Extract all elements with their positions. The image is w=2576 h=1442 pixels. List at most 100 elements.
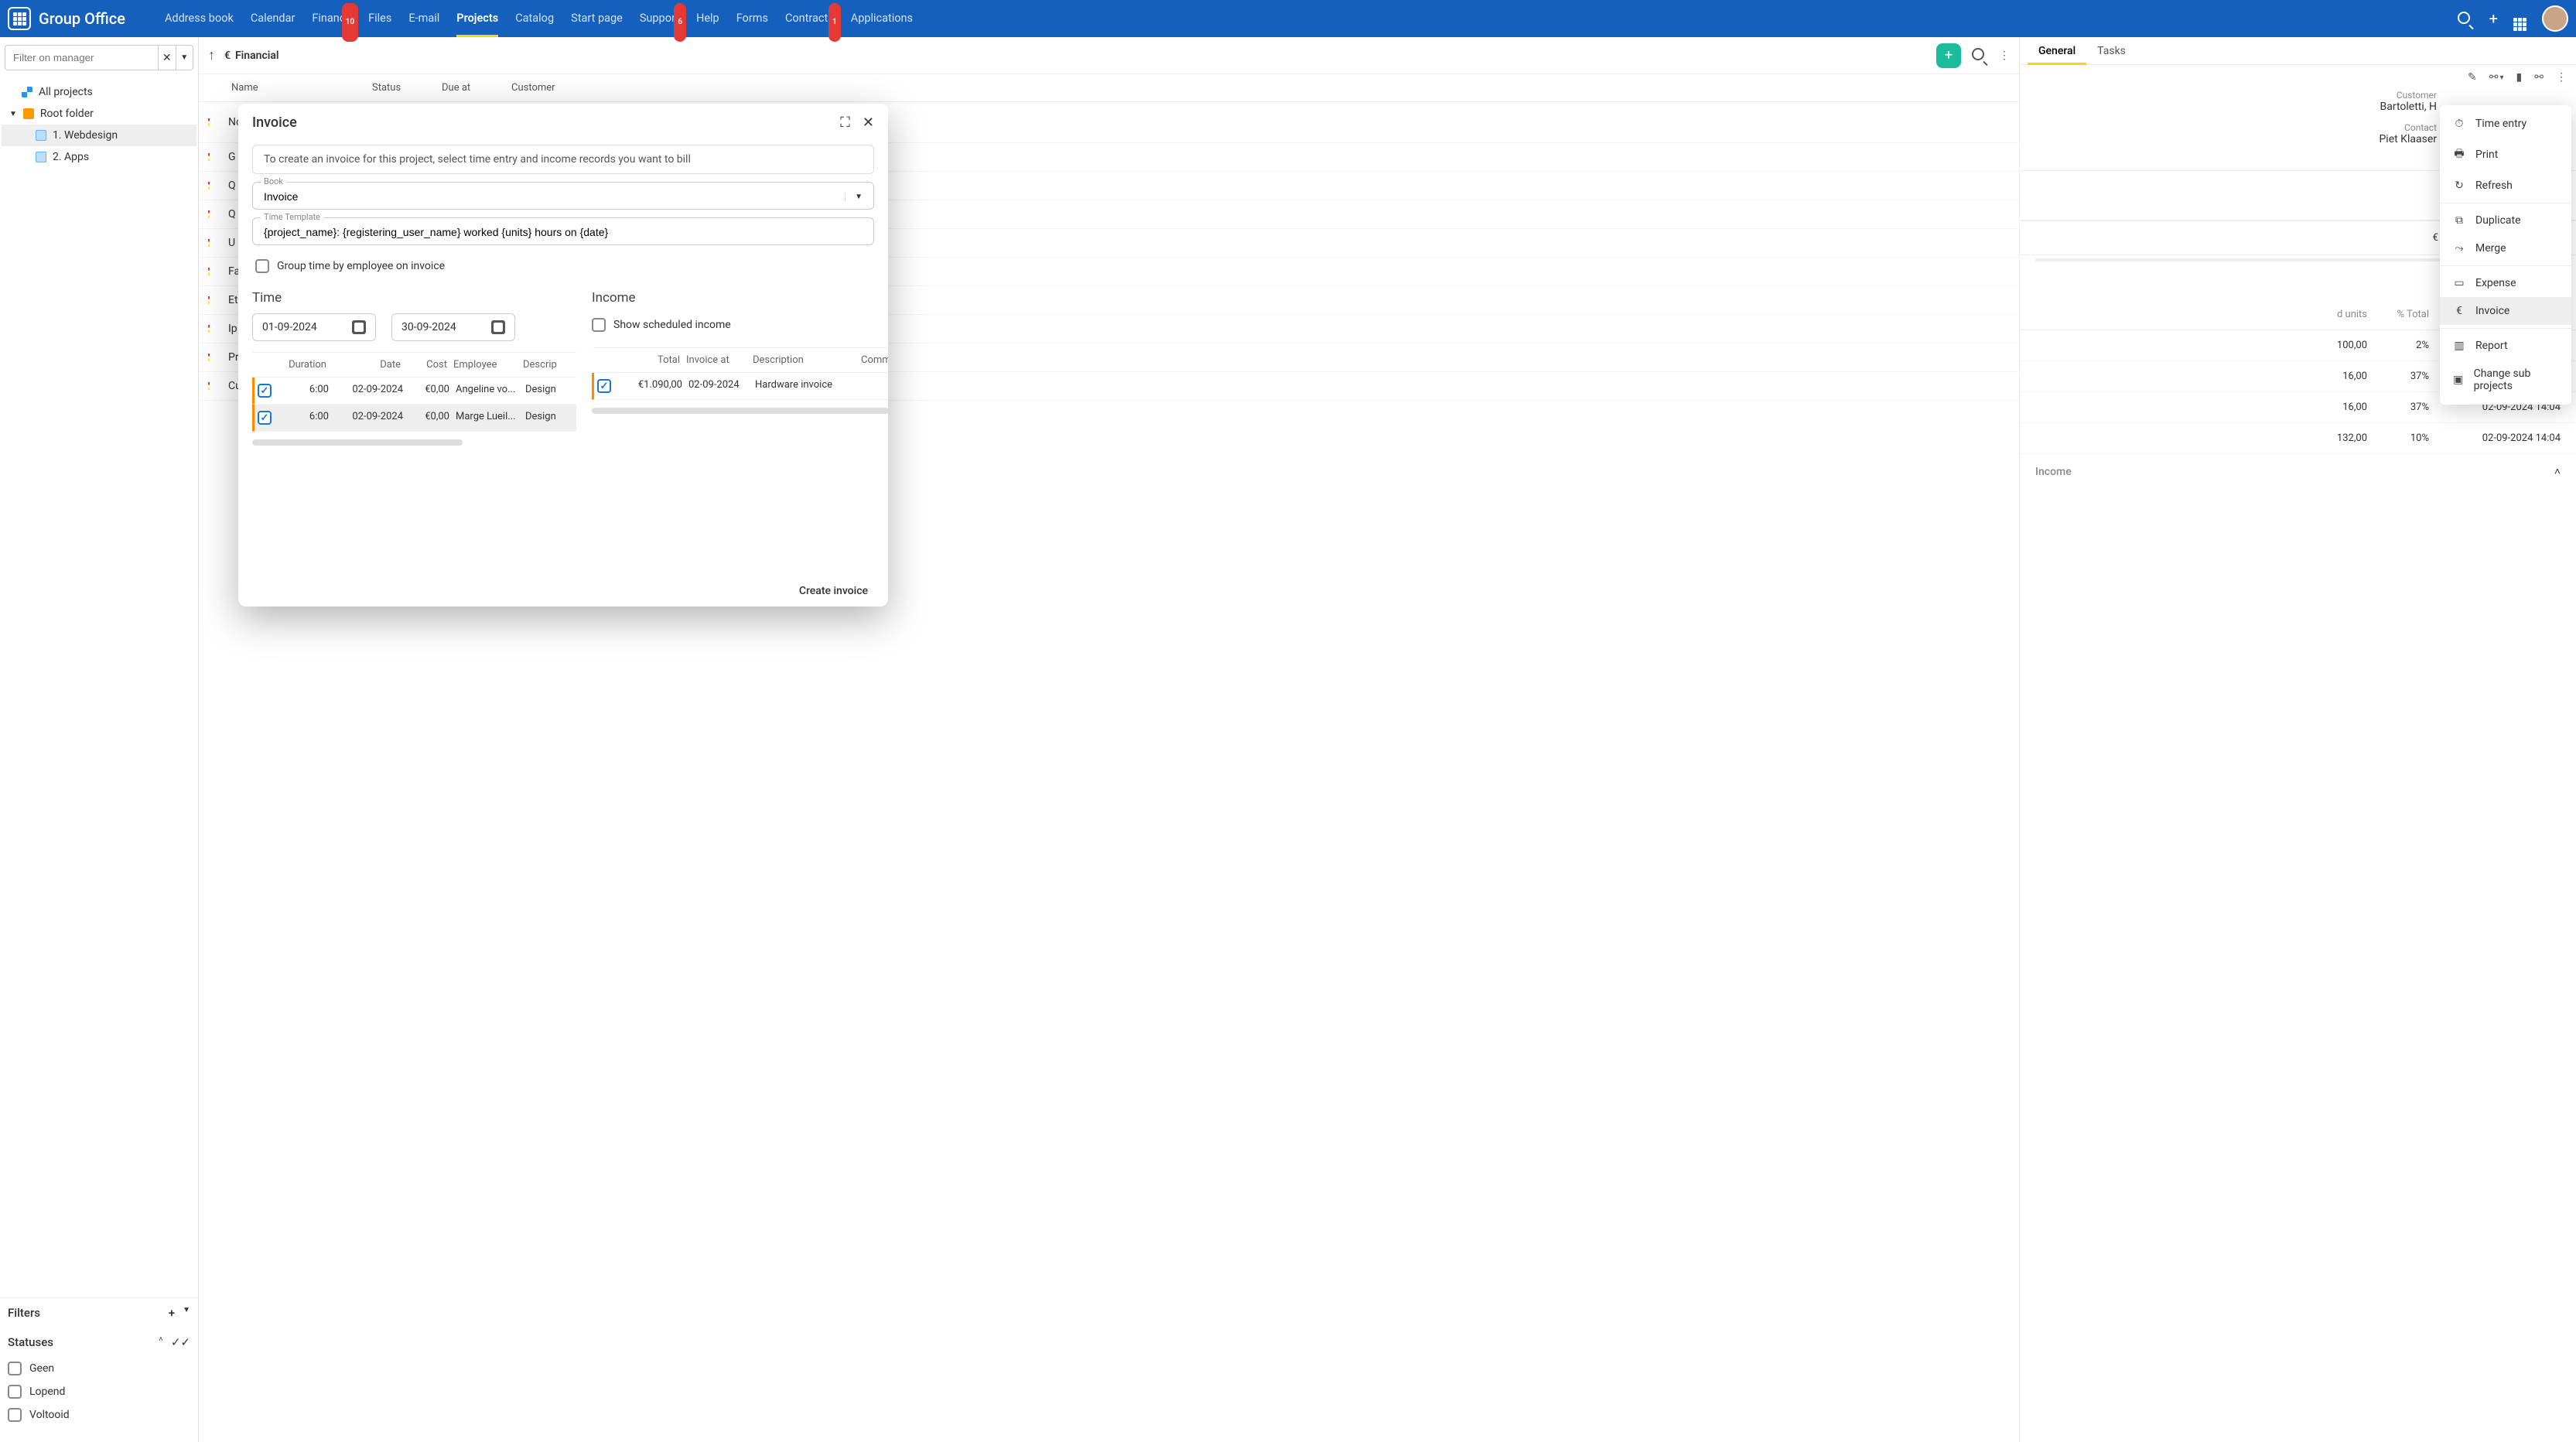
row-checkbox[interactable]: ✓	[258, 384, 272, 398]
tab-general[interactable]: General	[2028, 37, 2086, 64]
menu-time-entry[interactable]: ⏱Time entry	[2440, 110, 2571, 138]
nav-support[interactable]: Support6	[631, 0, 688, 37]
search-icon[interactable]	[1972, 48, 1988, 63]
col-description[interactable]: Descrip	[520, 353, 574, 377]
book-field[interactable]: Book ▼	[252, 182, 874, 210]
col-name[interactable]: Name	[222, 74, 363, 101]
nav-forms[interactable]: Forms	[728, 0, 777, 37]
status-checkbox[interactable]	[8, 1408, 22, 1422]
status-checkbox[interactable]	[8, 1385, 22, 1399]
clear-filter-button[interactable]: ✕	[159, 45, 176, 70]
filter-dropdown-button[interactable]: ▼	[176, 45, 194, 70]
col-cost[interactable]: Cost	[404, 353, 450, 377]
nav-help[interactable]: Help	[688, 0, 728, 37]
fullscreen-icon[interactable]: ⛶	[840, 114, 850, 131]
manager-filter-input[interactable]	[5, 45, 159, 70]
filters-menu-icon[interactable]: ▼	[183, 1306, 190, 1320]
nav-projects[interactable]: Projects	[448, 0, 507, 37]
scrollbar[interactable]	[252, 439, 463, 446]
nav-catalog[interactable]: Catalog	[507, 0, 562, 37]
col-date[interactable]: Date	[330, 353, 404, 377]
folder-icon[interactable]: ▮	[2516, 71, 2523, 84]
menu-invoice[interactable]: €Invoice	[2440, 297, 2571, 325]
menu-print[interactable]: 🖶Print	[2440, 138, 2571, 172]
list-icon	[23, 108, 34, 119]
time-template-field[interactable]: Time Template	[252, 217, 874, 245]
add-filter-icon[interactable]: +	[169, 1306, 175, 1320]
flag-icon	[208, 268, 210, 275]
time-row[interactable]: ✓6:0002-09-2024€0,00Marge Lueil...Design	[252, 405, 576, 432]
nav-start-page[interactable]: Start page	[562, 0, 631, 37]
date-from-field[interactable]: 01-09-2024	[252, 313, 376, 341]
menu-duplicate[interactable]: ⧉Duplicate	[2440, 207, 2571, 234]
nav-e-mail[interactable]: E-mail	[400, 0, 448, 37]
tree-project-webdesign[interactable]: 1. Webdesign	[2, 125, 196, 146]
nav-finance[interactable]: Finance10	[303, 0, 360, 37]
invoice-dialog: Invoice ⛶ ✕ To create an invoice for thi…	[238, 104, 888, 607]
check-all-icon[interactable]: ✓✓	[171, 1335, 190, 1349]
nav-address-book[interactable]: Address book	[156, 0, 242, 37]
col-invoice-at[interactable]: Invoice at	[683, 348, 750, 372]
flag-icon	[208, 118, 210, 126]
tree-root-folder[interactable]: ▼ Root folder	[2, 103, 196, 125]
add-icon[interactable]: +	[2489, 9, 2498, 28]
col-customer[interactable]: Customer	[502, 74, 2019, 101]
tree-project-apps[interactable]: 2. Apps	[2, 146, 196, 168]
menu-icon: ▣	[2452, 374, 2465, 386]
time-template-input[interactable]	[264, 226, 863, 238]
show-scheduled-checkbox[interactable]	[592, 318, 606, 332]
brand-name: Group Office	[39, 9, 125, 28]
nav-contracts[interactable]: Contracts1	[777, 0, 842, 37]
row-checkbox[interactable]: ✓	[258, 411, 272, 425]
col-percent[interactable]: % Total	[2367, 309, 2429, 320]
link-icon[interactable]: ⚯ ▾	[2489, 71, 2504, 84]
edit-icon[interactable]: ✎	[2468, 71, 2477, 84]
col-units[interactable]: d units	[2035, 309, 2367, 320]
apps-grid-icon[interactable]	[2513, 7, 2526, 31]
calendar-icon[interactable]	[491, 320, 505, 334]
calendar-icon[interactable]	[352, 320, 366, 334]
group-by-employee-checkbox[interactable]	[255, 259, 269, 273]
scrollbar[interactable]	[592, 408, 888, 414]
row-checkbox[interactable]: ✓	[597, 379, 611, 393]
col-due[interactable]: Due at	[432, 74, 502, 101]
more-icon[interactable]: ⋮	[2556, 71, 2567, 84]
collapse-icon[interactable]: ˄	[2554, 465, 2561, 478]
menu-merge[interactable]: ⤳Merge	[2440, 234, 2571, 262]
nav-applications[interactable]: Applications	[842, 0, 921, 37]
close-icon[interactable]: ✕	[863, 114, 874, 131]
flag-icon	[208, 239, 210, 247]
chevron-up-icon[interactable]: ˄	[159, 1335, 163, 1349]
back-icon[interactable]: ↑	[208, 47, 215, 63]
nav-calendar[interactable]: Calendar	[242, 0, 304, 37]
col-comment[interactable]: Commen	[858, 348, 888, 372]
badge: 1	[828, 3, 841, 42]
menu-report[interactable]: ▥Report	[2440, 332, 2571, 360]
attach-link-icon[interactable]: ⚯	[2534, 71, 2544, 84]
status-checkbox[interactable]	[8, 1362, 22, 1375]
data-row[interactable]: 132,0010%02-09-2024 14:04	[2020, 423, 2576, 454]
col-status[interactable]: Status	[363, 74, 432, 101]
menu-refresh[interactable]: ↻Refresh	[2440, 172, 2571, 200]
col-employee[interactable]: Employee	[450, 353, 520, 377]
col-total[interactable]: Total	[615, 348, 683, 372]
create-invoice-button[interactable]: Create invoice	[799, 585, 868, 597]
nav-files[interactable]: Files	[360, 0, 400, 37]
app-logo[interactable]	[8, 7, 31, 30]
chevron-down-icon[interactable]: ▼	[845, 193, 863, 201]
book-input[interactable]	[264, 190, 845, 203]
tree-all-projects[interactable]: All projects	[2, 81, 196, 103]
more-icon[interactable]: ⋮	[1999, 50, 2010, 62]
menu-change-sub-projects[interactable]: ▣Change sub projects	[2440, 360, 2571, 400]
time-row[interactable]: ✓6:0002-09-2024€0,00Angeline vo...Design	[252, 378, 576, 405]
tab-tasks[interactable]: Tasks	[2086, 37, 2137, 64]
menu-expense[interactable]: ▭Expense	[2440, 269, 2571, 297]
col-description[interactable]: Description	[750, 348, 858, 372]
date-to-field[interactable]: 30-09-2024	[391, 313, 515, 341]
income-row[interactable]: ✓€1.090,0002-09-2024Hardware invoice	[592, 373, 888, 400]
avatar[interactable]	[2542, 5, 2568, 32]
search-icon[interactable]	[2458, 9, 2474, 28]
show-scheduled-label: Show scheduled income	[613, 319, 731, 331]
col-duration[interactable]: Duration	[275, 353, 330, 377]
add-button[interactable]: +	[1936, 43, 1961, 68]
